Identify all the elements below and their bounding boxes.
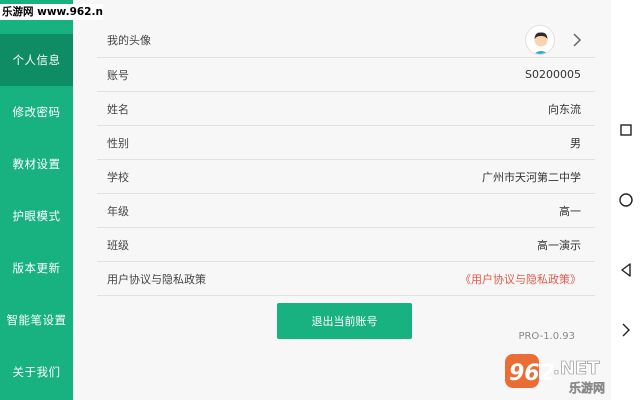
avatar-row[interactable]: 我的头像 <box>97 22 595 58</box>
chevron-right-icon[interactable] <box>618 322 634 338</box>
sidebar-item-profile[interactable]: 个人信息 <box>0 34 73 86</box>
svg-text:962: 962 <box>509 361 555 386</box>
profile-panel: 我的头像 账号 S0200005 姓名 向东流 性别 男 学校 广州市天河第二中… <box>73 0 611 400</box>
sidebar-item-textbook-settings[interactable]: 教材设置 <box>0 138 73 190</box>
policy-link[interactable]: 《用户协议与隐私政策》 <box>460 271 595 287</box>
field-label: 姓名 <box>107 102 129 116</box>
field-value: 高一演示 <box>537 238 581 252</box>
field-label: 年级 <box>107 204 129 218</box>
field-row-school: 学校 广州市天河第二中学 <box>97 160 595 194</box>
sidebar-item-label: 关于我们 <box>12 365 61 379</box>
logout-button[interactable]: 退出当前账号 <box>277 303 412 339</box>
field-label: 班级 <box>107 238 129 252</box>
sidebar-item-label: 修改密码 <box>12 105 61 119</box>
sidebar-item-label: 版本更新 <box>12 261 61 275</box>
recent-apps-icon[interactable] <box>618 122 634 138</box>
field-value: S0200005 <box>525 68 581 81</box>
sidebar-item-version-update[interactable]: 版本更新 <box>0 242 73 294</box>
version-label: PRO-1.0.93 <box>518 331 575 342</box>
sidebar: 个人信息 修改密码 教材设置 护眼模式 版本更新 智能笔设置 关于我们 <box>0 0 73 400</box>
sidebar-item-label: 智能笔设置 <box>6 313 67 327</box>
system-nav-bar <box>611 0 640 400</box>
sidebar-item-label: 个人信息 <box>12 53 61 67</box>
sidebar-item-smart-pen[interactable]: 智能笔设置 <box>0 294 73 346</box>
home-icon[interactable] <box>618 192 634 208</box>
field-row-name: 姓名 向东流 <box>97 92 595 126</box>
svg-text:乐游网: 乐游网 <box>569 380 605 395</box>
back-icon[interactable] <box>618 262 634 278</box>
sidebar-item-about[interactable]: 关于我们 <box>0 346 73 398</box>
watermark-text: 乐游网 www.962.net <box>0 4 103 20</box>
avatar[interactable] <box>525 24 555 55</box>
field-value: 广州市天河第二中学 <box>482 170 581 184</box>
field-value: 男 <box>570 136 581 150</box>
watermark-logo: 962 .NET 乐游网 <box>505 354 605 395</box>
sidebar-item-change-password[interactable]: 修改密码 <box>0 86 73 138</box>
field-row-class: 班级 高一演示 <box>97 228 595 262</box>
field-label: 账号 <box>107 68 129 82</box>
field-row-gender: 性别 男 <box>97 126 595 160</box>
chevron-right-icon <box>573 32 582 47</box>
field-row-account: 账号 S0200005 <box>97 58 595 92</box>
avatar-label: 我的头像 <box>107 33 151 47</box>
field-label: 学校 <box>107 170 129 184</box>
field-row-policy: 用户协议与隐私政策 《用户协议与隐私政策》 <box>97 262 595 296</box>
sidebar-item-label: 护眼模式 <box>12 209 61 223</box>
field-label: 性别 <box>107 136 129 150</box>
field-value: 向东流 <box>548 102 581 116</box>
sidebar-item-label: 教材设置 <box>12 157 61 171</box>
svg-text:.NET: .NET <box>553 358 600 379</box>
field-row-grade: 年级 高一 <box>97 194 595 228</box>
field-label: 用户协议与隐私政策 <box>107 272 206 286</box>
sidebar-item-eye-care[interactable]: 护眼模式 <box>0 190 73 242</box>
field-value: 高一 <box>559 204 581 218</box>
